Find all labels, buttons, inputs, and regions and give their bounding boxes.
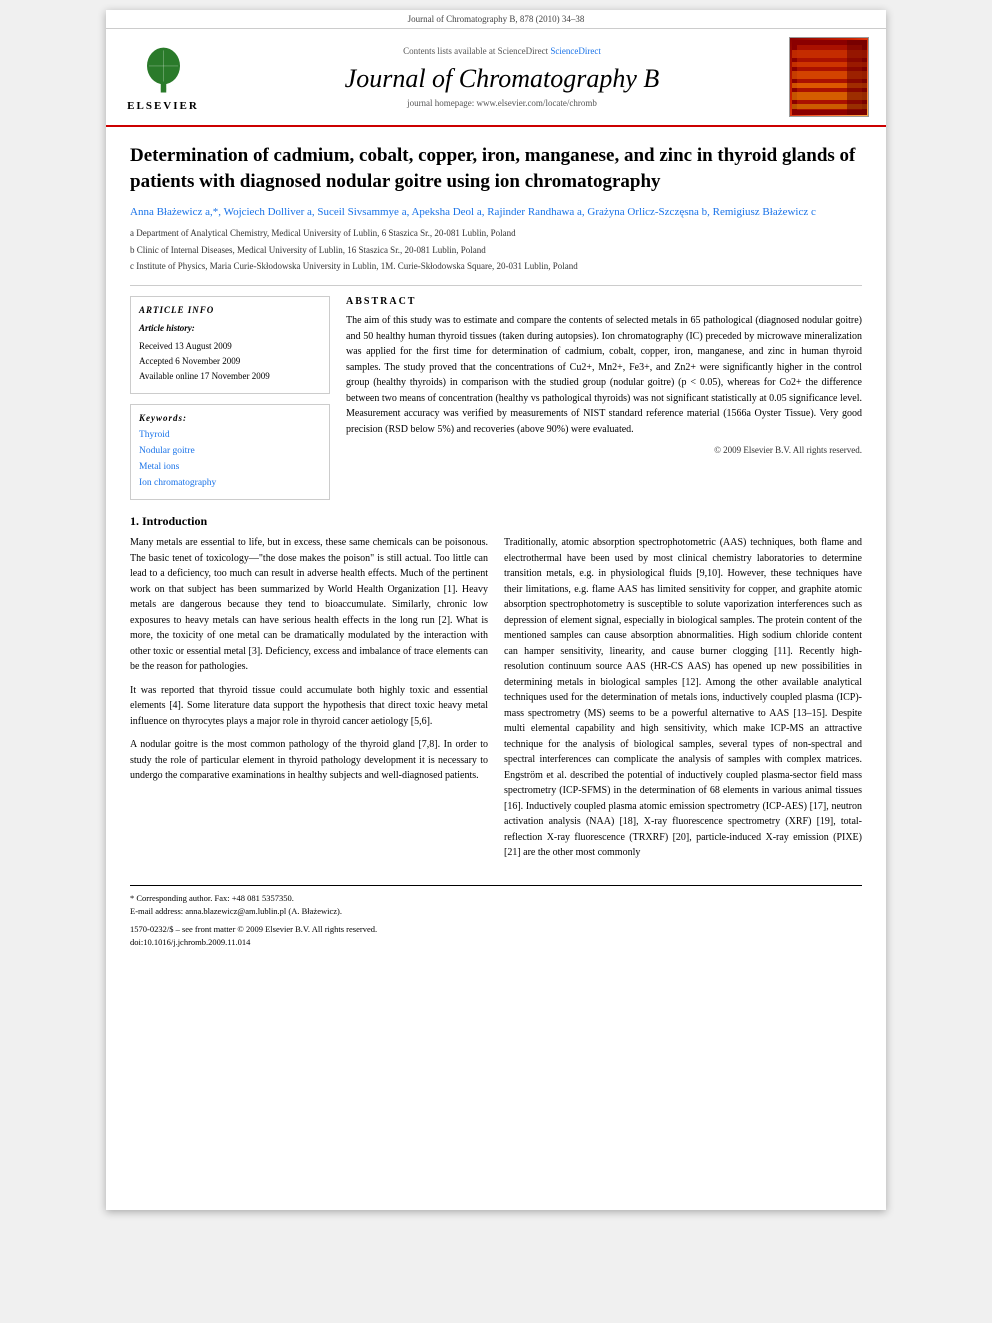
affiliations: a Department of Analytical Chemistry, Me… <box>130 226 862 273</box>
abstract-text: The aim of this study was to estimate an… <box>346 313 862 437</box>
body-para-2: It was reported that thyroid tissue coul… <box>130 683 488 730</box>
keywords-title: Keywords: <box>139 413 321 423</box>
received-date: Received 13 August 2009 <box>139 341 232 351</box>
article-info-title: ARTICLE INFO <box>139 305 321 315</box>
article-title: Determination of cadmium, cobalt, copper… <box>130 143 862 194</box>
section-1-heading: 1. Introduction <box>130 514 862 529</box>
journal-info: Contents lists available at ScienceDirec… <box>220 37 784 117</box>
affiliation-b: b Clinic of Internal Diseases, Medical U… <box>130 243 862 257</box>
body-two-col: Many metals are essential to life, but i… <box>130 535 862 869</box>
info-abstract-section: ARTICLE INFO Article history: Received 1… <box>130 296 862 500</box>
article-content: Determination of cadmium, cobalt, copper… <box>106 127 886 966</box>
copyright-notice: © 2009 Elsevier B.V. All rights reserved… <box>346 445 862 455</box>
affiliation-a: a Department of Analytical Chemistry, Me… <box>130 226 862 240</box>
available-online-date: Available online 17 November 2009 <box>139 371 270 381</box>
cover-image <box>784 37 874 117</box>
body-para-1: Many metals are essential to life, but i… <box>130 535 488 675</box>
keyword-nodular-goitre: Nodular goitre <box>139 443 321 459</box>
authors-text: Anna Błażewicz a,*, Wojciech Dolliver a,… <box>130 206 816 218</box>
keyword-thyroid: Thyroid <box>139 427 321 443</box>
footnote-corresponding: * Corresponding author. Fax: +48 081 535… <box>130 892 862 906</box>
journal-header: ELSEVIER Contents lists available at Sci… <box>106 29 886 127</box>
divider-1 <box>130 285 862 286</box>
accepted-date: Accepted 6 November 2009 <box>139 356 240 366</box>
doi-line-2: doi:10.1016/j.jchromb.2009.11.014 <box>130 936 862 950</box>
footnote-section: * Corresponding author. Fax: +48 081 535… <box>130 885 862 950</box>
authors-line: Anna Błażewicz a,*, Wojciech Dolliver a,… <box>130 206 862 218</box>
journal-title: Journal of Chromatography B <box>220 64 784 94</box>
journal-citation: Journal of Chromatography B, 878 (2010) … <box>106 10 886 29</box>
body-content: 1. Introduction Many metals are essentia… <box>130 514 862 950</box>
elsevier-tree-icon <box>136 43 191 98</box>
body-left-col: Many metals are essential to life, but i… <box>130 535 488 869</box>
article-history-box: ARTICLE INFO Article history: Received 1… <box>130 296 330 393</box>
footnote-email: E-mail address: anna.blazewicz@am.lublin… <box>130 905 862 919</box>
abstract-section: ABSTRACT The aim of this study was to es… <box>346 296 862 500</box>
keyword-ion-chromatography: Ion chromatography <box>139 475 321 491</box>
sciencedirect-url[interactable]: ScienceDirect <box>550 46 600 56</box>
doi-line-1: 1570-0232/$ – see front matter © 2009 El… <box>130 923 862 937</box>
body-para-right-1: Traditionally, atomic absorption spectro… <box>504 535 862 861</box>
page: Journal of Chromatography B, 878 (2010) … <box>106 10 886 1210</box>
journal-homepage: journal homepage: www.elsevier.com/locat… <box>220 98 784 108</box>
elsevier-text: ELSEVIER <box>127 100 199 112</box>
article-history: Article history: Received 13 August 2009… <box>139 321 321 384</box>
journal-cover <box>789 37 869 117</box>
abstract-title: ABSTRACT <box>346 296 862 307</box>
body-para-3: A nodular goitre is the most common path… <box>130 737 488 784</box>
elsevier-logo: ELSEVIER <box>118 37 208 117</box>
sciencedirect-link: Contents lists available at ScienceDirec… <box>220 46 784 56</box>
keyword-metal-ions: Metal ions <box>139 459 321 475</box>
body-right-col: Traditionally, atomic absorption spectro… <box>504 535 862 869</box>
keywords-box: Keywords: Thyroid Nodular goitre Metal i… <box>130 404 330 501</box>
article-info-panel: ARTICLE INFO Article history: Received 1… <box>130 296 330 500</box>
affiliation-c: c Institute of Physics, Maria Curie-Skło… <box>130 259 862 273</box>
history-label: Article history: <box>139 321 321 336</box>
